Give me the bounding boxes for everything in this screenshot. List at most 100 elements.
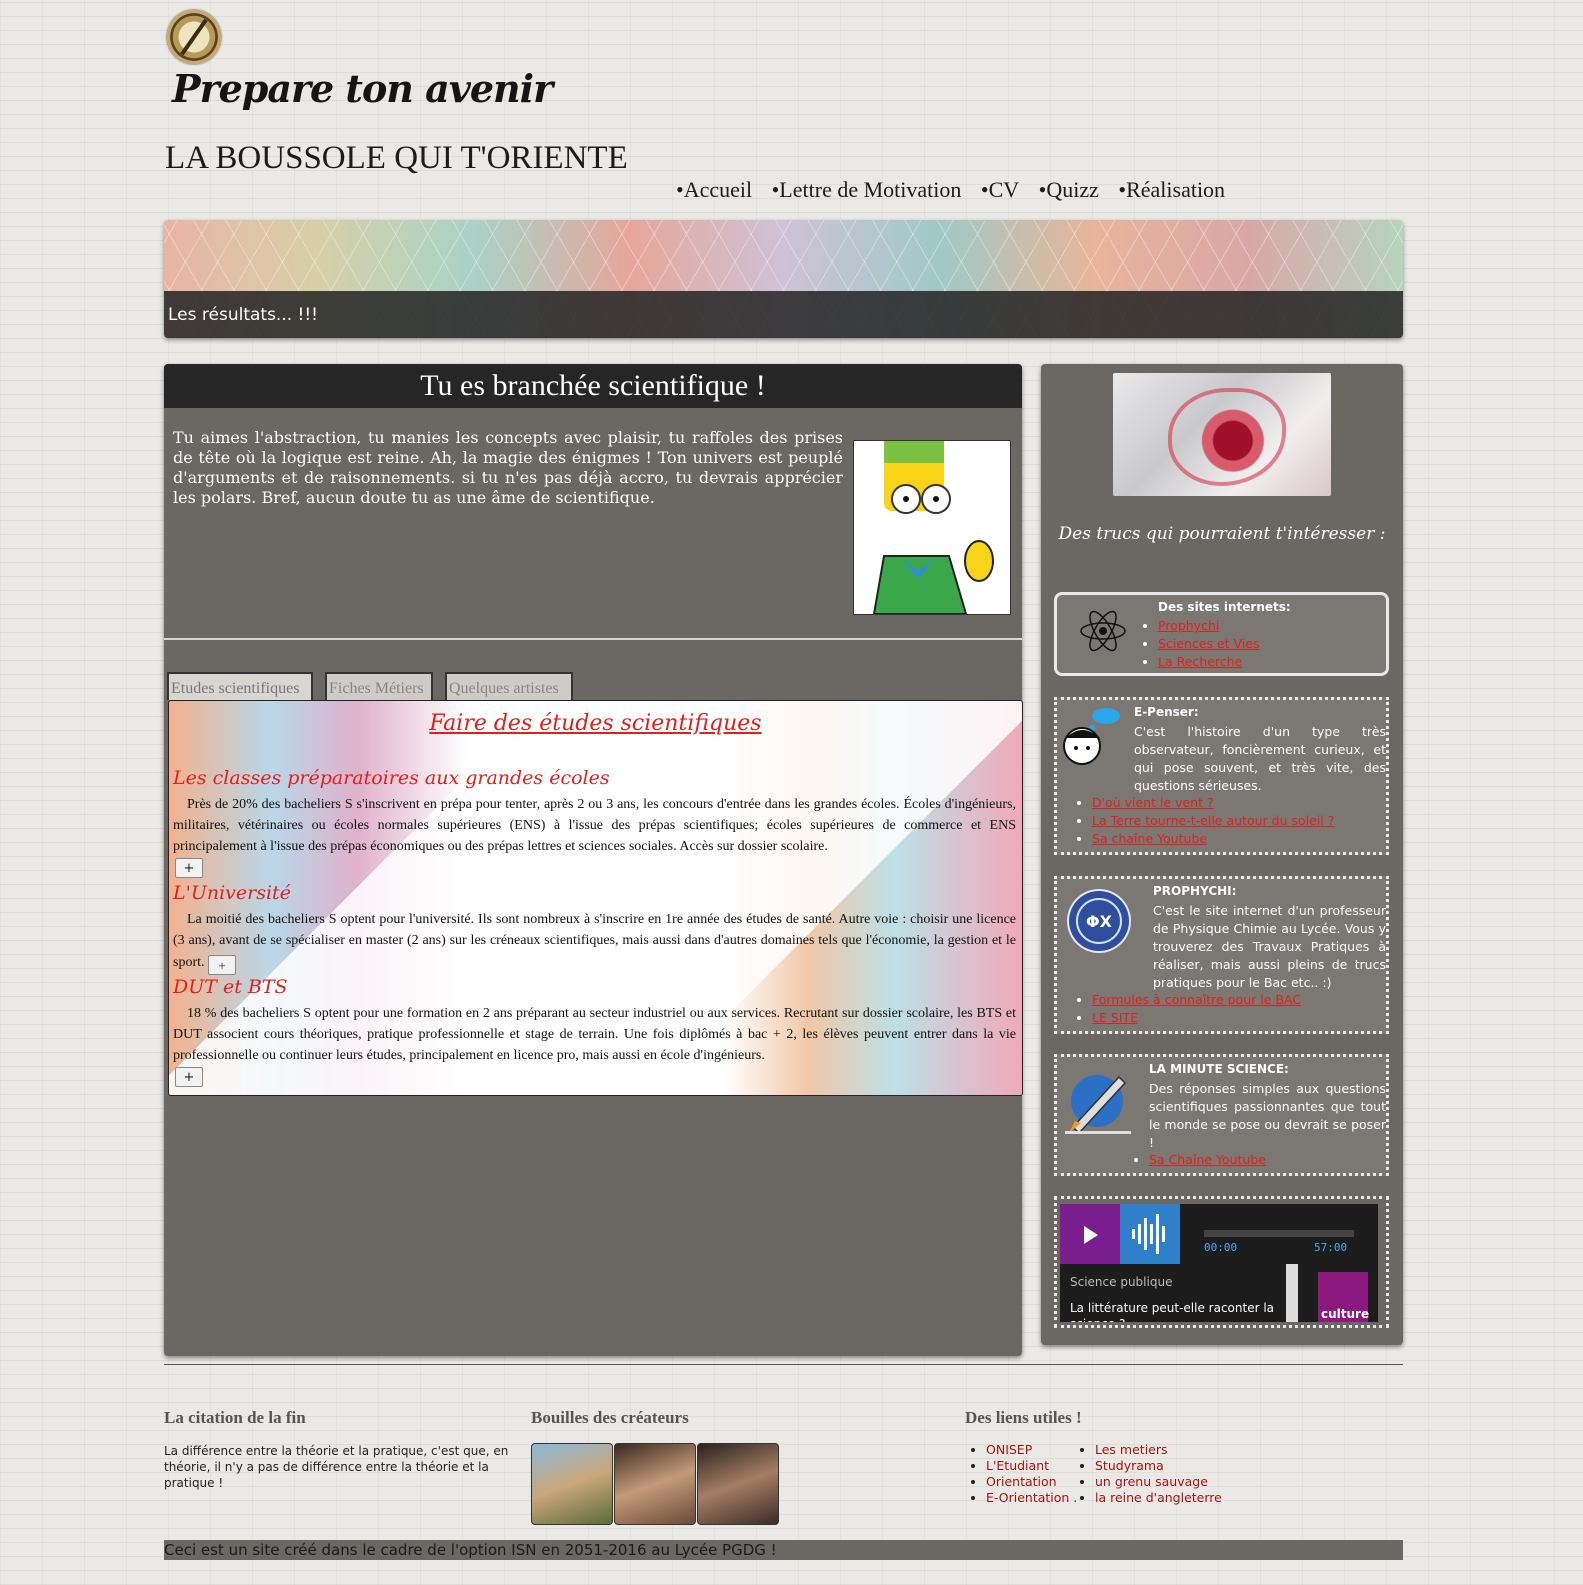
time-elapsed: 00:00 xyxy=(1204,1241,1238,1254)
card-e-penser: E-Penser: C'est l'histoire d'un type trè… xyxy=(1054,697,1389,855)
section-title-dut-bts: DUT et BTS xyxy=(173,976,288,998)
card-sites-internets: Des sites internets: Prophychi Sciences … xyxy=(1054,592,1389,676)
main-nav: •Accueil •Lettre de Motivation •CV •Quiz… xyxy=(676,177,1239,203)
expand-dut-bts-button[interactable]: + xyxy=(175,1067,203,1087)
site-tagline: Prepare ton avenir xyxy=(172,66,553,111)
link-la-recherche[interactable]: La Recherche xyxy=(1158,654,1242,669)
study-title: Faire des études scientifiques xyxy=(429,711,762,736)
useful-links-col2: Les metiers Studyrama un grenu sauvage l… xyxy=(1075,1442,1222,1506)
time-total: 57:00 xyxy=(1314,1241,1348,1254)
rocket-icon xyxy=(1065,1075,1131,1135)
list-item: Orientation xyxy=(986,1474,1077,1490)
link-prophychi[interactable]: Prophychi xyxy=(1158,618,1219,633)
nav-lettre-de-motivation[interactable]: •Lettre de Motivation xyxy=(772,177,962,202)
expand-universite-button[interactable]: + xyxy=(208,955,236,975)
prophychi-logo-icon: ΦX xyxy=(1067,889,1131,953)
link-onisep[interactable]: ONISEP xyxy=(986,1442,1032,1457)
link-orientation[interactable]: Orientation xyxy=(986,1474,1057,1489)
link-e-orientation[interactable]: E-Orientation . xyxy=(986,1490,1077,1505)
play-button[interactable] xyxy=(1060,1204,1120,1264)
link-letudiant[interactable]: L'Etudiant xyxy=(986,1458,1049,1473)
section-divider xyxy=(164,638,1022,640)
show-name: Science publique xyxy=(1070,1275,1173,1289)
section-body-universite: La moitié des bacheliers S optent pour l… xyxy=(173,912,1016,975)
list-item: E-Orientation . xyxy=(986,1490,1077,1506)
section-title-prepas: Les classes préparatoires aux grandes éc… xyxy=(173,767,610,789)
france-culture-logo: culture xyxy=(1318,1272,1369,1322)
footer-text: Ceci est un site créé dans le cadre de l… xyxy=(164,1541,777,1559)
link-terre-soleil[interactable]: La Terre tourne-t-elle autour du soleil … xyxy=(1092,813,1334,828)
heart-image xyxy=(1113,373,1331,496)
expand-prepas-button[interactable]: + xyxy=(175,858,203,878)
section-title-universite: L'Université xyxy=(173,882,291,904)
side-panel: Des trucs qui pourraient t'intéresser : … xyxy=(1041,364,1403,1345)
waveform-icon xyxy=(1120,1204,1180,1264)
link-chaine-youtube[interactable]: Sa chaîne Youtube xyxy=(1092,831,1207,846)
footer-divider xyxy=(164,1364,1403,1365)
side-heading: Des trucs qui pourraient t'intéresser : xyxy=(1058,524,1386,544)
progress-bar[interactable] xyxy=(1204,1230,1354,1237)
link-sciences-et-vies[interactable]: Sciences et Vies xyxy=(1158,636,1259,651)
link-formules-bac[interactable]: Formules à connaître pour le BAC xyxy=(1092,992,1301,1007)
list-item: L'Etudiant xyxy=(986,1458,1077,1474)
link-le-site[interactable]: LE SITE xyxy=(1092,1010,1138,1025)
list-item: un grenu sauvage xyxy=(1095,1474,1222,1490)
card-title: E-Penser: xyxy=(1134,705,1199,719)
links-heading: Des liens utiles ! xyxy=(965,1408,1082,1427)
creators-heading: Bouilles des créateurs xyxy=(531,1408,689,1427)
list-item: la reine d'angleterre xyxy=(1095,1490,1222,1506)
link-chaine-youtube-minute[interactable]: Sa Chaîne Youtube xyxy=(1149,1152,1266,1167)
list-item: Formules à connaître pour le BAC xyxy=(1092,991,1301,1009)
list-item: LE SITE xyxy=(1092,1009,1301,1027)
site-title: LA BOUSSOLE QUI T'ORIENTE xyxy=(165,140,628,176)
card-link-list: Prophychi Sciences et Vies La Recherche xyxy=(1140,617,1259,671)
creator-photo-3 xyxy=(697,1443,779,1525)
list-item: Les metiers xyxy=(1095,1442,1222,1458)
nav-realisation[interactable]: •Réalisation xyxy=(1118,177,1225,202)
list-item: Studyrama xyxy=(1095,1458,1222,1474)
link-reine-angleterre[interactable]: la reine d'angleterre xyxy=(1095,1490,1222,1505)
intro-text: Tu aimes l'abstraction, tu manies les co… xyxy=(173,428,843,507)
tab-fiches-metiers[interactable]: Fiches Métiers xyxy=(325,672,433,700)
nav-accueil[interactable]: •Accueil xyxy=(676,177,752,202)
banner-caption: Les résultats... !!! xyxy=(168,305,318,325)
list-item: Sa Chaîne Youtube xyxy=(1149,1151,1266,1169)
playlist-scrollbar[interactable] xyxy=(1286,1264,1298,1322)
useful-links-col1: ONISEP L'Etudiant Orientation E-Orientat… xyxy=(966,1442,1077,1506)
link-les-metiers[interactable]: Les metiers xyxy=(1095,1442,1168,1457)
banner-slideshow[interactable]: Les résultats... !!! xyxy=(164,220,1403,338)
list-item: ONISEP xyxy=(986,1442,1077,1458)
nav-cv[interactable]: •CV xyxy=(981,177,1019,202)
episode-title: La littérature peut-elle raconter la sci… xyxy=(1070,1301,1275,1322)
card-minute-science: LA MINUTE SCIENCE: Des réponses simples … xyxy=(1054,1054,1389,1176)
creator-photo-1 xyxy=(531,1443,613,1525)
link-vent[interactable]: D'où vient le vent ? xyxy=(1092,795,1214,810)
creator-photo-2 xyxy=(614,1443,696,1525)
card-text: C'est le site internet d'un professeur d… xyxy=(1153,903,1386,990)
card-text: Des réponses simples aux questions scien… xyxy=(1149,1081,1386,1150)
section-body-dut-bts: 18 % des bacheliers S optent pour une fo… xyxy=(173,1006,1016,1063)
svg-text:ΦX: ΦX xyxy=(1086,912,1113,931)
link-grenu-sauvage[interactable]: un grenu sauvage xyxy=(1095,1474,1208,1489)
card-prophychi: ΦX PROPHYCHI: C'est le site internet d'u… xyxy=(1054,876,1389,1034)
card-link-list: Formules à connaître pour le BAC LE SITE xyxy=(1074,991,1301,1027)
list-item: La Recherche xyxy=(1158,653,1259,671)
card-title: PROPHYCHI: xyxy=(1153,884,1237,898)
e-penser-icon xyxy=(1063,708,1120,765)
list-item: Prophychi xyxy=(1158,617,1259,635)
banner-caption-bar: Les résultats... !!! xyxy=(164,291,1403,338)
nav-quizz[interactable]: •Quizz xyxy=(1039,177,1099,202)
card-text: C'est l'histoire d'un type très observat… xyxy=(1134,724,1386,793)
tab-quelques-artistes[interactable]: Quelques artistes xyxy=(445,672,573,700)
quote-heading: La citation de la fin xyxy=(164,1408,306,1427)
section-body-prepas: Près de 20% des bacheliers S s'inscriven… xyxy=(173,797,1016,854)
audio-player: 00:00 57:00 Science publique La littérat… xyxy=(1060,1204,1378,1322)
main-header: Tu es branchée scientifique ! xyxy=(164,364,1022,408)
quote-text: La différence entre la théorie et la pra… xyxy=(164,1444,509,1490)
page-title: Tu es branchée scientifique ! xyxy=(420,369,766,402)
list-item: Sciences et Vies xyxy=(1158,635,1259,653)
card-title: LA MINUTE SCIENCE: xyxy=(1149,1062,1289,1076)
atom-icon xyxy=(1080,610,1126,652)
tab-etudes-scientifiques[interactable]: Etudes scientifiques xyxy=(167,672,313,700)
link-studyrama[interactable]: Studyrama xyxy=(1095,1458,1164,1473)
